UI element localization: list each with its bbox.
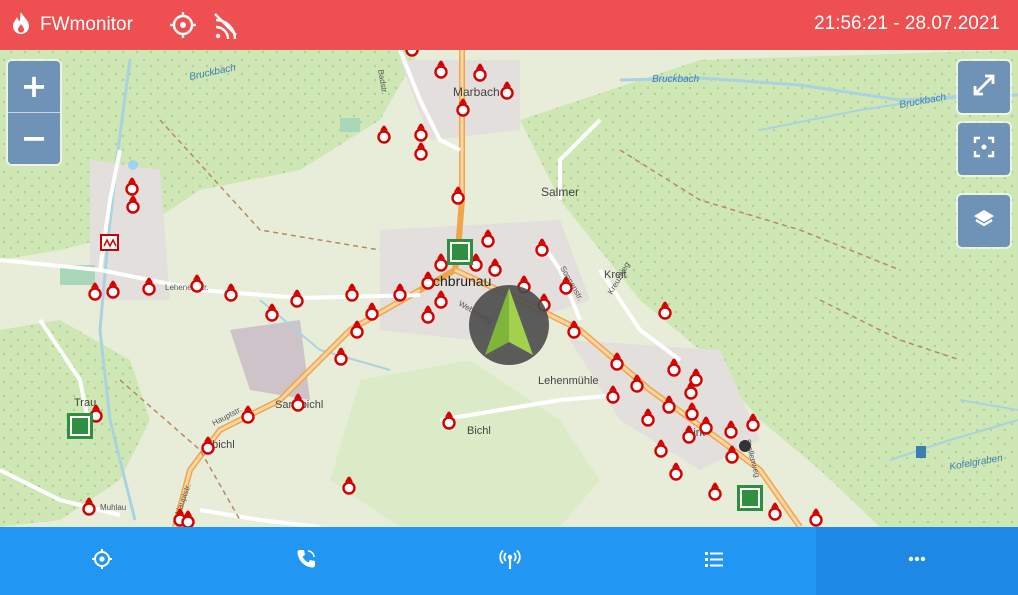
brand[interactable]: FWmonitor <box>10 11 133 40</box>
label-bichl: Bichl <box>467 425 491 437</box>
phone-icon <box>295 548 317 575</box>
fire-icon <box>10 11 32 40</box>
zoom-control: + − <box>8 61 60 164</box>
zoom-in-button[interactable]: + <box>8 61 60 112</box>
label-marbach: Marbach <box>453 85 500 99</box>
fullscreen-button[interactable] <box>958 61 1010 113</box>
focus-icon <box>972 135 996 164</box>
expand-icon <box>971 72 997 103</box>
label-lehenmuehle: Lehenmühle <box>538 375 599 387</box>
nav-list-button[interactable] <box>612 527 816 595</box>
label-salmer: Salmer <box>541 185 579 199</box>
signal-off-icon[interactable] <box>210 10 240 40</box>
map-view[interactable]: Marbach Salmer Kreit schbrunau Lehenmühl… <box>0 50 1018 527</box>
top-app-bar: FWmonitor 21:56:21 - 28.07.2021 <box>0 0 1018 50</box>
bottom-navigation <box>0 527 1018 595</box>
nav-call-button[interactable] <box>204 527 408 595</box>
nav-map-button[interactable] <box>0 527 204 595</box>
label-bruckbach-2: Bruckbach <box>652 74 700 85</box>
label-town: schbrunau <box>426 273 491 289</box>
nav-more-button[interactable] <box>816 527 1018 595</box>
vehicle-position-marker <box>469 285 549 365</box>
datetime-display: 21:56:21 - 28.07.2021 <box>814 13 1000 34</box>
map-target-icon <box>91 548 113 575</box>
zoom-out-button[interactable]: − <box>8 113 60 164</box>
gps-crosshair-icon[interactable] <box>168 10 198 40</box>
nav-alarm-button[interactable] <box>408 527 612 595</box>
label-muehlau: Muhlau <box>100 503 126 512</box>
layers-icon <box>972 207 996 236</box>
center-map-button[interactable] <box>958 123 1010 175</box>
list-icon <box>703 548 725 575</box>
layers-button[interactable] <box>958 195 1010 247</box>
app-title: FWmonitor <box>40 14 133 35</box>
broadcast-icon <box>499 548 521 575</box>
label-traun: Trau <box>74 397 96 409</box>
more-icon <box>906 548 928 575</box>
